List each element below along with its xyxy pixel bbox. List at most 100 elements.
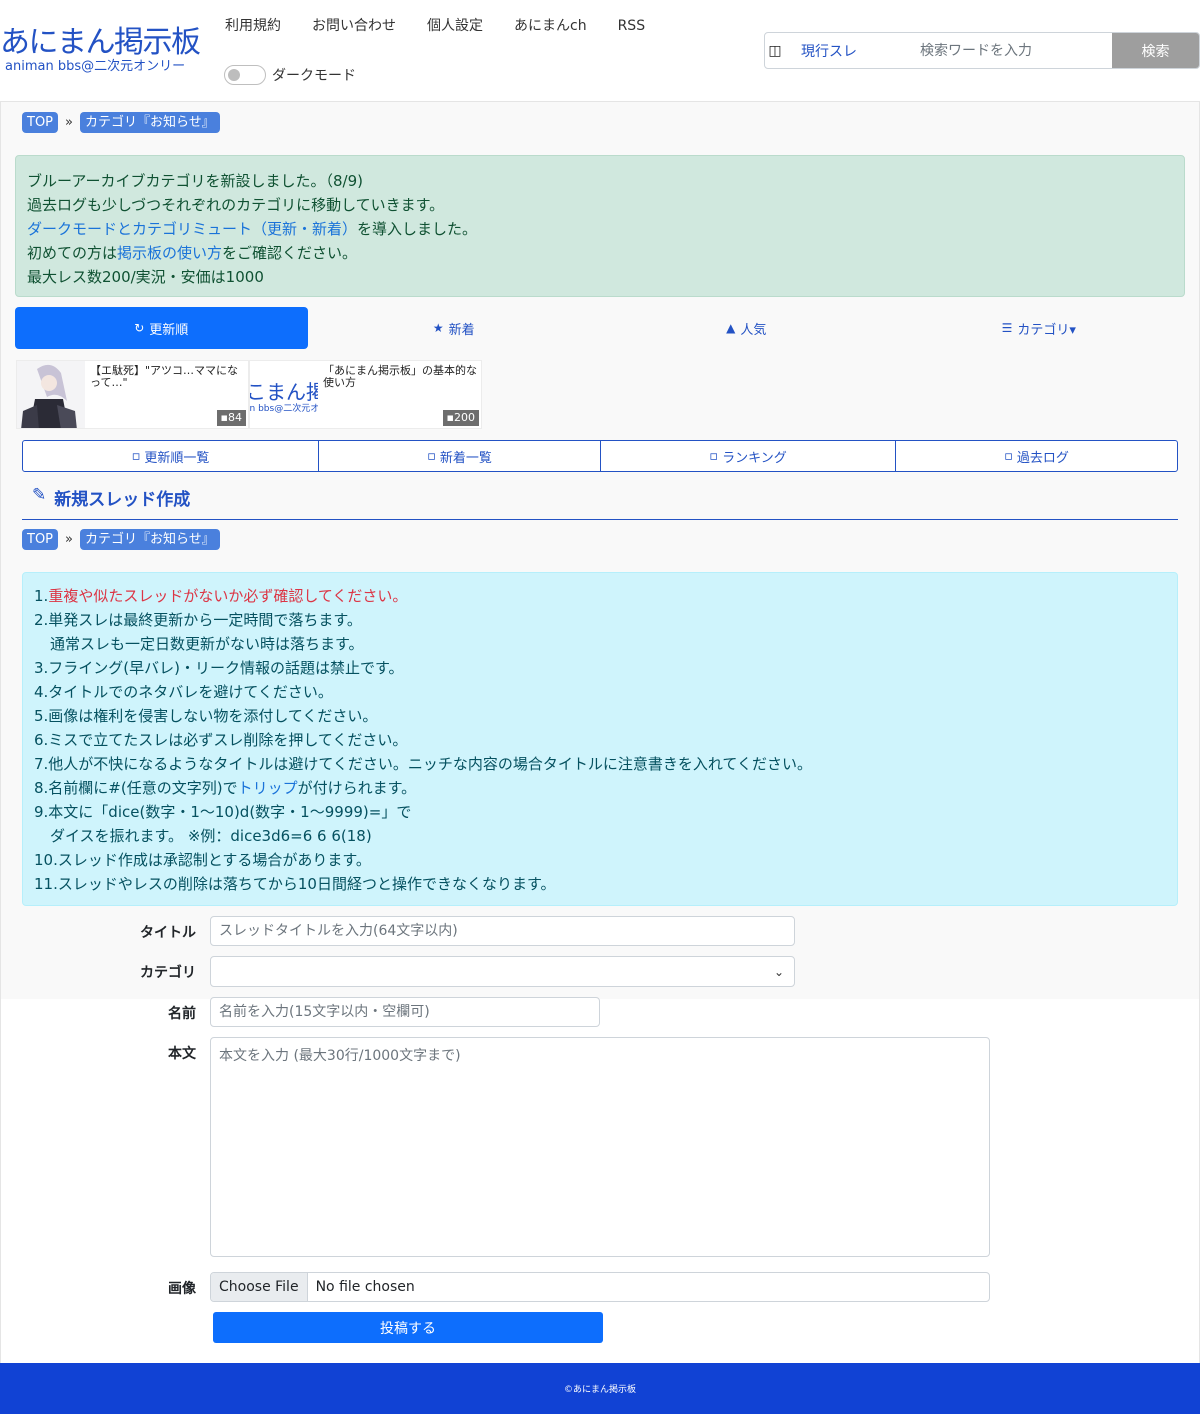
refresh-icon: ↻ <box>134 321 145 335</box>
darkmode-toggle[interactable] <box>224 65 266 85</box>
tab-label: 新着 <box>448 322 475 338</box>
submit-post-button[interactable]: 投稿する <box>213 1312 603 1343</box>
subnav-updated-list[interactable]: ▫ 更新順一覧 <box>23 441 319 471</box>
category-select[interactable]: ⌄ <box>210 956 795 987</box>
nav-contact-link[interactable]: お問い合わせ <box>312 16 396 36</box>
chevron-down-icon: ⌄ <box>773 965 784 979</box>
list-icon: ▫ <box>131 448 141 464</box>
response-count-badge: ▪84 <box>216 410 246 426</box>
darkmode-switch[interactable]: ダークモード <box>224 65 356 85</box>
logo-subtitle: animan bbs@二次元オンリー <box>5 59 186 74</box>
notice-text: 初めての方は <box>27 244 118 262</box>
tab-category[interactable]: ☰ カテゴリ▾ <box>893 307 1186 349</box>
subnav-ranking[interactable]: ▫ ランキング <box>601 441 896 471</box>
rule-number: 1. <box>34 587 49 605</box>
notice-text: を導入しました。 <box>357 220 478 238</box>
list-subnav: ▫ 更新順一覧 ▫ 新着一覧 ▫ ランキング ▫ 過去ログ <box>22 440 1178 472</box>
posting-rules-box: 1.重複や似たスレッドがないか必ず確認してください。 2.単発スレは最終更新から… <box>22 572 1178 906</box>
trip-link[interactable]: トリップ <box>238 779 298 797</box>
darkmode-label: ダークモード <box>272 68 356 84</box>
image-file-input[interactable]: Choose File No file chosen <box>210 1272 990 1302</box>
svg-text:こまん掲亓: こまん掲亓 <box>250 380 318 404</box>
site-logo[interactable]: あにまん掲示板 animan bbs@二次元オンリー <box>0 26 205 74</box>
search-scope-select[interactable]: 現行スレ <box>785 33 900 68</box>
rule-line: 11.スレッドやレスの削除は落ちてから10日間経つと操作できなくなります。 <box>34 875 556 893</box>
rule-line: 5.画像は権利を侵害しない物を添付してください。 <box>34 707 378 725</box>
notice-line: 過去ログも少しづつそれぞれのカテゴリに移動していきます。 <box>27 196 445 214</box>
subnav-label: 過去ログ <box>1016 450 1069 466</box>
rule-text: が付けられます。 <box>297 779 417 797</box>
rule-line: 7.他人が不快になるようなタイトルは避けてください。ニッチな内容の場合タイトルに… <box>34 755 812 773</box>
sort-tabs: ↻ 更新順 ★ 新着 ▲ 人気 ☰ カテゴリ▾ <box>15 307 1185 349</box>
breadcrumb-category[interactable]: カテゴリ『お知らせ』 <box>79 112 220 133</box>
nav-terms-link[interactable]: 利用規約 <box>225 16 281 36</box>
svg-text:an bbs@二次元オン: an bbs@二次元オン <box>250 402 318 414</box>
page-title-text: 新規スレッド作成 <box>54 490 191 510</box>
thread-title: 【エ駄死】"アツコ…ママになって…" <box>90 364 239 389</box>
rule-line: 6.ミスで立てたスレは必ずスレ削除を押してください。 <box>34 731 408 749</box>
breadcrumb-separator: » <box>65 532 73 547</box>
body-label: 本文 <box>168 1046 196 1062</box>
breadcrumb-separator: » <box>65 115 73 130</box>
nav-animanch-link[interactable]: あにまんch <box>514 16 587 36</box>
body-textarea[interactable] <box>210 1037 990 1257</box>
name-input[interactable] <box>210 997 600 1027</box>
announcement-box: ブルーアーカイブカテゴリを新設しました。（8/9) 過去ログも少しづつそれぞれの… <box>15 155 1185 297</box>
name-label: 名前 <box>168 1006 196 1022</box>
search-input[interactable] <box>900 33 1112 68</box>
notice-line: ブルーアーカイブカテゴリを新設しました。（8/9) <box>27 172 363 190</box>
ranking-icon: ▫ <box>709 448 719 464</box>
toggle-knob <box>228 69 240 81</box>
response-count-badge: ▪200 <box>442 410 479 426</box>
subnav-label: 新着一覧 <box>439 450 492 466</box>
subnav-label: ランキング <box>722 450 787 466</box>
breadcrumb: TOP » カテゴリ『お知らせ』 <box>22 112 220 133</box>
nav-rss-link[interactable]: RSS <box>618 16 646 36</box>
pencil-icon: ✎ <box>32 485 47 505</box>
archive-icon: ▫ <box>1004 448 1013 464</box>
search-button[interactable]: 検索 <box>1112 33 1199 68</box>
rule-line: 3.フライング(早バレ)・リーク情報の話題は禁止です。 <box>34 659 404 677</box>
site-footer: ©あにまん掲示板 <box>0 1363 1200 1414</box>
page-title: ✎ 新規スレッド作成 <box>22 485 1178 520</box>
thread-card[interactable]: こまん掲亓 an bbs@二次元オン 「あにまん掲示板」の基本的な使い方 ▪20… <box>249 360 482 429</box>
copyright-text: ©あにまん掲示板 <box>563 1385 636 1395</box>
subnav-label: 更新順一覧 <box>144 450 210 466</box>
image-label: 画像 <box>168 1281 196 1297</box>
notice-line: ダークモードとカテゴリミュート（更新・新着）を導入しました。 <box>27 217 1173 241</box>
thread-title: 「あにまん掲示板」の基本的な使い方 <box>323 364 477 389</box>
breadcrumb-top[interactable]: TOP <box>22 112 59 133</box>
tab-label: カテゴリ▾ <box>1017 322 1076 338</box>
darkmode-info-link[interactable]: ダークモードとカテゴリミュート（更新・新着） <box>27 220 357 238</box>
rule-warning: 重複や似たスレッドがないか必ず確認してください。 <box>48 587 408 605</box>
howto-link[interactable]: 掲示板の使い方 <box>117 244 222 262</box>
subnav-archive[interactable]: ▫ 過去ログ <box>896 441 1177 471</box>
breadcrumb-top[interactable]: TOP <box>22 529 59 550</box>
subnav-new-list[interactable]: ▫ 新着一覧 <box>319 441 601 471</box>
thread-card[interactable]: 【エ駄死】"アツコ…ママになって…" ▪84 <box>16 360 249 429</box>
choose-file-button[interactable]: Choose File <box>211 1273 308 1301</box>
notice-line: 最大レス数200/実況・安価は1000 <box>27 268 264 286</box>
tab-new[interactable]: ★ 新着 <box>308 307 601 349</box>
site-header: あにまん掲示板 animan bbs@二次元オンリー 利用規約 お問い合わせ 個… <box>0 0 1200 100</box>
breadcrumb-category[interactable]: カテゴリ『お知らせ』 <box>79 529 220 550</box>
rule-line: 8.名前欄に#(任意の文字列)でトリップが付けられます。 <box>34 776 1166 800</box>
title-label: タイトル <box>140 925 196 941</box>
nav-settings-link[interactable]: 個人設定 <box>427 16 483 36</box>
title-input[interactable] <box>210 916 795 946</box>
response-count: 200 <box>454 411 475 424</box>
tab-label: 更新順 <box>149 322 189 338</box>
top-nav: 利用規約 お問い合わせ 個人設定 あにまんch RSS <box>225 16 676 36</box>
new-icon: ★ <box>432 321 444 335</box>
response-count: 84 <box>228 411 242 424</box>
rule-line: 4.タイトルでのネタバレを避けてください。 <box>34 683 333 701</box>
rule-line: 通常スレも一定日数更新がない時は落ちます。 <box>50 635 364 653</box>
rule-text: 8.名前欄に#(任意の文字列)で <box>34 779 238 797</box>
rule-line: 10.スレッド作成は承認制とする場合があります。 <box>34 851 371 869</box>
tab-updated[interactable]: ↻ 更新順 <box>15 307 308 349</box>
rule-line: 1.重複や似たスレッドがないか必ず確認してください。 <box>34 584 1166 608</box>
tab-popular[interactable]: ▲ 人気 <box>600 307 893 349</box>
breadcrumb: TOP » カテゴリ『お知らせ』 <box>22 529 220 550</box>
thread-thumbnails: 【エ駄死】"アツコ…ママになって…" ▪84 こまん掲亓 an bbs@二次元オ… <box>16 360 482 429</box>
thread-thumbnail-image <box>17 361 85 428</box>
